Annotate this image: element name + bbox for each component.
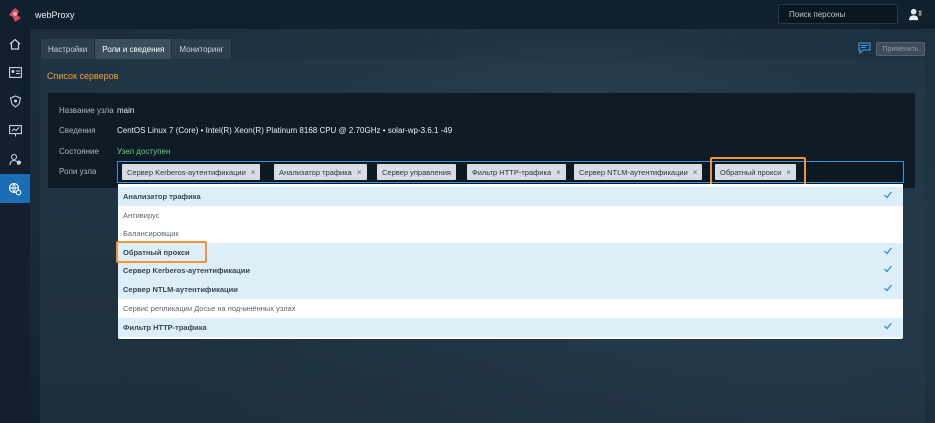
- search-input[interactable]: [789, 9, 899, 19]
- dropdown-option[interactable]: Сервис репликации Досье на подчинённых у…: [118, 299, 903, 318]
- check-icon: [884, 284, 893, 292]
- role-chip-label: Сервер управления: [382, 167, 451, 177]
- role-chip-label: Сервер NTLM-аутентификации: [579, 167, 688, 177]
- highlight-frame: [116, 241, 207, 263]
- tab-monitoring[interactable]: Мониторинг: [172, 39, 231, 59]
- dropdown-option[interactable]: Сервер Kerberos-аутентификации: [118, 261, 903, 280]
- dropdown-option[interactable]: Анализатор трафика: [118, 187, 903, 206]
- option-label: Сервер NTLM-аутентификации: [123, 285, 238, 294]
- role-chip: Сервер NTLM-аутентификации ×: [574, 164, 703, 180]
- role-chip-label: Анализатор трафика: [279, 167, 352, 177]
- logo-icon: [9, 7, 21, 22]
- option-label: Сервис репликации Досье на подчинённых у…: [123, 304, 296, 313]
- dropdown-option[interactable]: Фильтр HTTP-трафика: [118, 318, 903, 337]
- tab-roles-info[interactable]: Роли и сведения: [95, 39, 172, 59]
- monitor-icon: [8, 124, 22, 136]
- chat-icon[interactable]: [858, 42, 871, 54]
- check-icon: [884, 265, 893, 273]
- tab-bar: Настройки Роли и сведения Мониторинг: [41, 39, 232, 59]
- roles-dropdown: Анализатор трафика Антивирус Балансировщ…: [118, 184, 903, 339]
- option-label: Фильтр HTTP-трафика: [123, 323, 207, 332]
- option-label: Сервер Kerberos-аутентификации: [123, 266, 250, 275]
- check-icon: [884, 247, 893, 255]
- node-state-label: Состояние: [59, 147, 99, 156]
- sidebar-item-id-card[interactable]: [0, 58, 30, 87]
- option-label: Анализатор трафика: [123, 192, 201, 201]
- section-title: Список серверов: [47, 71, 119, 81]
- remove-chip-icon[interactable]: ×: [556, 168, 561, 177]
- sidebar-item-shield[interactable]: [0, 87, 30, 116]
- user-menu-icon[interactable]: [909, 8, 922, 21]
- role-chip: Фильтр HTTP-трафика ×: [467, 164, 566, 180]
- sidebar-item-network-settings[interactable]: [0, 174, 30, 203]
- node-name-value: main: [117, 106, 135, 115]
- remove-chip-icon[interactable]: ×: [251, 168, 256, 177]
- node-state-value: Узел доступен: [117, 147, 171, 156]
- option-label: Балансировщик: [123, 229, 179, 238]
- role-chip-label: Сервер Kerberos-аутентификации: [127, 167, 246, 177]
- app-logo[interactable]: [0, 0, 30, 29]
- node-info-value: CentOS Linux 7 (Core) • Intel(R) Xeon(R)…: [117, 126, 453, 135]
- node-name-label: Название узла: [59, 106, 114, 115]
- remove-chip-icon[interactable]: ×: [693, 168, 698, 177]
- check-icon: [884, 322, 893, 330]
- highlight-frame: [710, 157, 806, 186]
- remove-chip-icon[interactable]: ×: [357, 168, 362, 177]
- app-title: webProxy: [35, 9, 75, 20]
- node-info-label: Сведения: [59, 126, 96, 135]
- shield-icon: [9, 95, 21, 108]
- node-roles-label: Роли узла: [59, 167, 97, 176]
- id-card-icon: [8, 67, 22, 78]
- settings-network-icon: [8, 182, 22, 195]
- role-chip: Анализатор трафика ×: [274, 164, 367, 180]
- dropdown-option[interactable]: Антивирус: [118, 206, 903, 225]
- apply-button[interactable]: Применить: [876, 42, 925, 56]
- dropdown-option[interactable]: Обратный прокси: [118, 243, 903, 262]
- users-icon: [8, 153, 21, 166]
- role-chip-label: Фильтр HTTP-трафика: [472, 167, 552, 177]
- sidebar-item-users[interactable]: [0, 145, 30, 174]
- dropdown-option[interactable]: Сервер NTLM-аутентификации: [118, 280, 903, 299]
- role-chip: Сервер управления: [377, 164, 456, 180]
- home-icon: [9, 38, 21, 50]
- check-icon: [884, 191, 893, 199]
- tab-settings[interactable]: Настройки: [41, 39, 95, 59]
- sidebar-item-home[interactable]: [0, 29, 30, 58]
- dropdown-option[interactable]: Балансировщик: [118, 224, 903, 243]
- search-box[interactable]: [778, 4, 899, 24]
- option-label: Антивирус: [123, 211, 160, 220]
- sidebar-item-monitor[interactable]: [0, 116, 30, 145]
- sidebar: [0, 29, 30, 423]
- role-chip: Сервер Kerberos-аутентификации ×: [122, 164, 261, 180]
